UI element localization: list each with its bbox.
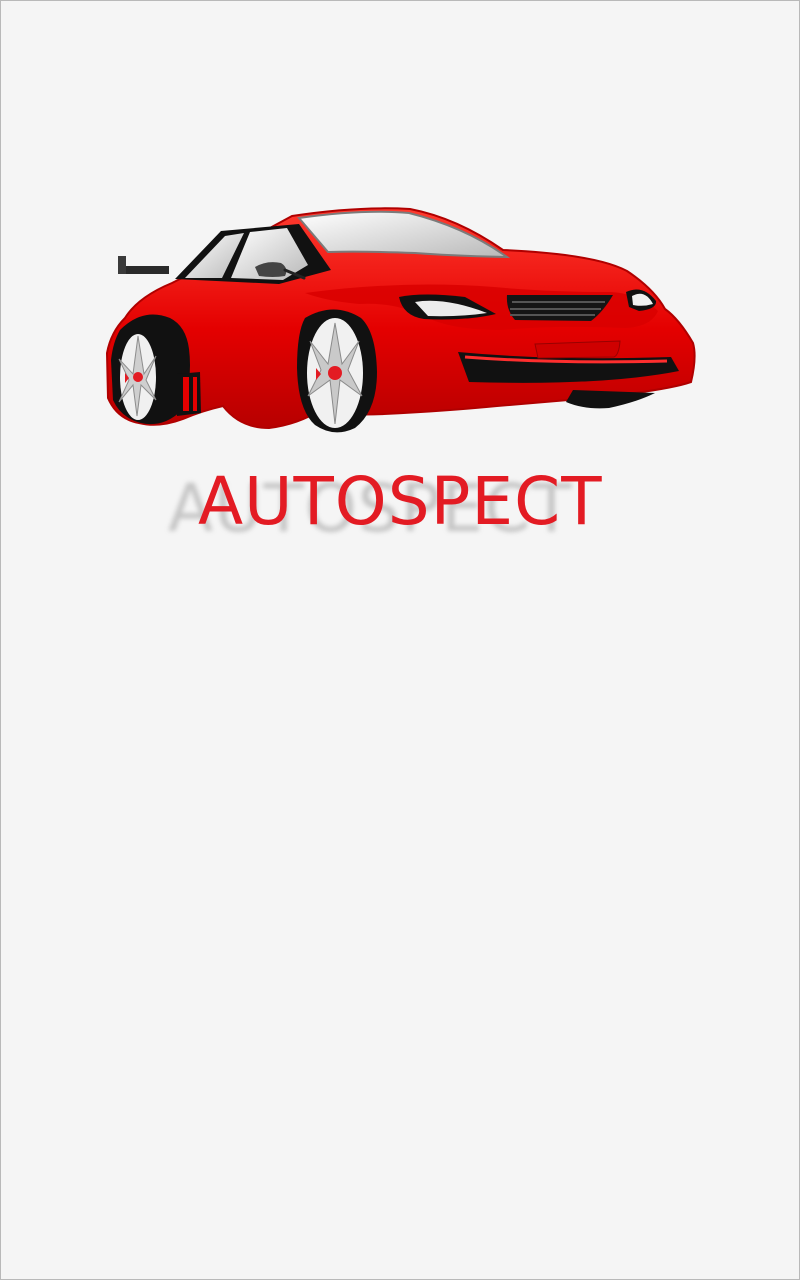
brand-title: AUTOSPECT <box>198 463 603 540</box>
splash-screen: AUTOSPECT AUTOSPECT <box>0 0 800 1280</box>
brand-title-group: AUTOSPECT AUTOSPECT <box>1 463 799 549</box>
red-sports-car-icon <box>105 207 696 433</box>
